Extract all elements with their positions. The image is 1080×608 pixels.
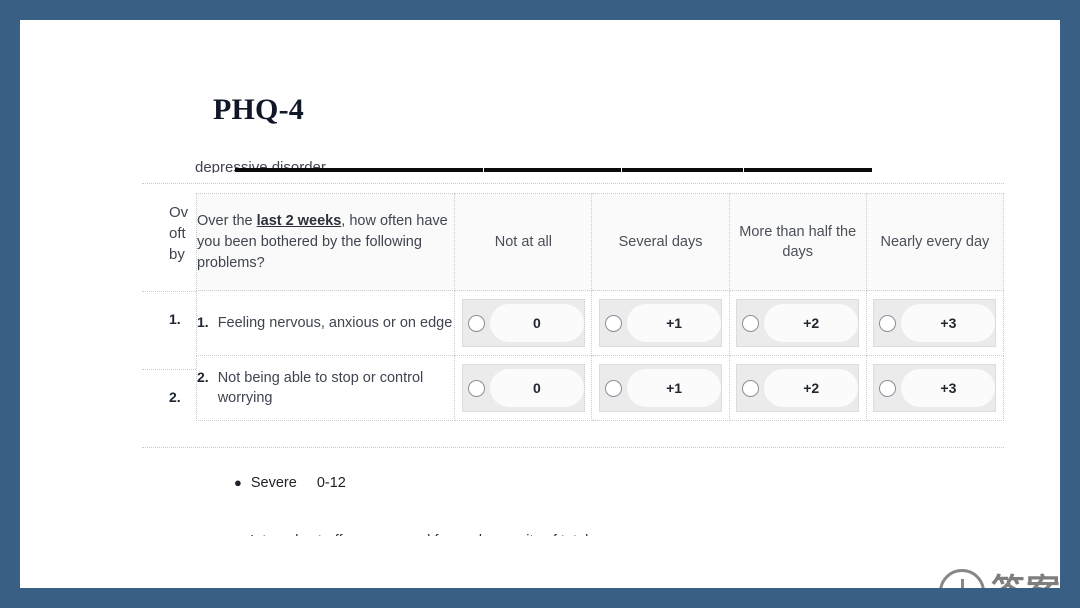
table-row: 2. Not being able to stop or control wor… bbox=[195, 355, 1005, 421]
score-label-q1-c0: 0 bbox=[489, 304, 584, 342]
score-label-q2-c1: +1 bbox=[627, 369, 722, 407]
score-label-q2-c3: +3 bbox=[901, 369, 996, 407]
radio-button-q1-c1[interactable] bbox=[605, 314, 623, 332]
column-header-more-than-half: More than half the days bbox=[728, 193, 867, 291]
page-title: PHQ-4 bbox=[213, 93, 304, 126]
radio-button-q2-c1[interactable] bbox=[605, 379, 623, 397]
question-number: 1. bbox=[197, 314, 209, 330]
answer-cell-q2-c1[interactable]: +1 bbox=[591, 355, 730, 421]
watermark-text: 答案 bbox=[991, 575, 1060, 588]
radio-button-q2-c3[interactable] bbox=[879, 379, 897, 397]
phq4-table: Over the last 2 weeks, how often have yo… bbox=[195, 193, 1005, 421]
radio-button-q2-c0[interactable] bbox=[467, 379, 485, 397]
question-cell: 1. Feeling nervous, anxious or on edge bbox=[195, 290, 456, 356]
clipped-list-item: a. Internal cut-off score normal for eac… bbox=[234, 532, 794, 536]
table-header-row: Over the last 2 weeks, how often have yo… bbox=[195, 193, 1005, 291]
answer-cell-q2-c2[interactable]: +2 bbox=[728, 355, 867, 421]
prompt-before: Over the bbox=[197, 212, 257, 229]
score-label-q1-c3: +3 bbox=[901, 304, 996, 342]
table-row: 1. Feeling nervous, anxious or on edge 0 bbox=[195, 290, 1005, 356]
radio-button-q2-c2[interactable] bbox=[742, 379, 760, 397]
slide-frame: PHQ-4 depressive disorder. Ov oft by 1. 2. bbox=[0, 0, 1080, 608]
column-header-not-at-all: Not at all bbox=[454, 193, 593, 291]
score-label-q2-c2: +2 bbox=[764, 369, 859, 407]
background-question-number: 2. bbox=[169, 389, 181, 405]
list-item: ● Severe 0-12 bbox=[196, 475, 1004, 491]
answer-cell-q1-c1[interactable]: +1 bbox=[591, 290, 730, 356]
background-question-number: 1. bbox=[169, 311, 181, 327]
severity-label: Severe bbox=[250, 475, 297, 491]
answer-cell-q1-c3[interactable]: +3 bbox=[865, 290, 1005, 356]
score-label-q2-c0: 0 bbox=[489, 369, 584, 407]
answer-cell-q1-c0[interactable]: 0 bbox=[454, 290, 593, 356]
prompt-emphasis: last 2 weeks bbox=[256, 212, 342, 229]
question-text: Not being able to stop or control worryi… bbox=[217, 370, 424, 406]
severity-range: 0-12 bbox=[316, 475, 346, 491]
score-label-q1-c2: +2 bbox=[764, 304, 859, 342]
watermark: 答案 www.mudaan.com bbox=[900, 556, 1060, 588]
slide-canvas: PHQ-4 depressive disorder. Ov oft by 1. 2. bbox=[20, 20, 1060, 588]
radio-button-q1-c0[interactable] bbox=[467, 314, 485, 332]
clipped-list-item-text: a. Internal cut-off score normal for eac… bbox=[234, 532, 794, 536]
prompt-cell: Over the last 2 weeks, how often have yo… bbox=[195, 193, 456, 291]
table-top-rule bbox=[235, 168, 873, 172]
severity-bullet-list: ● Severe 0-12 bbox=[196, 475, 1004, 491]
column-header-several-days: Several days bbox=[591, 193, 730, 291]
answer-cell-q2-c0[interactable]: 0 bbox=[454, 355, 593, 421]
circled-cross-icon bbox=[939, 569, 985, 588]
question-number: 2. bbox=[197, 369, 209, 385]
score-label-q1-c1: +1 bbox=[627, 304, 722, 342]
bullet-dot-icon: ● bbox=[234, 475, 242, 490]
question-text: Feeling nervous, anxious or on edge bbox=[217, 315, 453, 331]
answer-cell-q2-c3[interactable]: +3 bbox=[865, 355, 1005, 421]
answer-cell-q1-c2[interactable]: +2 bbox=[728, 290, 867, 356]
question-cell: 2. Not being able to stop or control wor… bbox=[195, 355, 456, 421]
radio-button-q1-c2[interactable] bbox=[742, 314, 760, 332]
column-header-nearly-every-day: Nearly every day bbox=[865, 193, 1005, 291]
radio-button-q1-c3[interactable] bbox=[879, 314, 897, 332]
background-table-bottom bbox=[142, 447, 1004, 457]
